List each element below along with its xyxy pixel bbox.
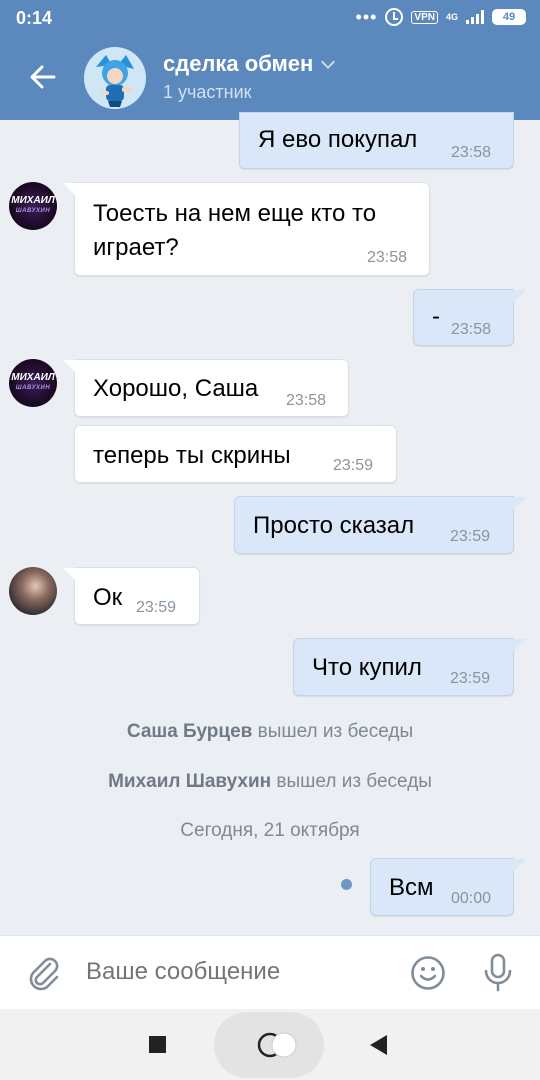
avatar[interactable]: МИХАИЛ ШАВУХИН bbox=[9, 359, 57, 407]
incoming-message[interactable]: Тоесть на нем еще кто то играет? 23:58 bbox=[63, 182, 430, 276]
notification-dots-icon: ••• bbox=[355, 7, 378, 27]
date-separator: Сегодня, 21 октября bbox=[180, 820, 360, 841]
message-time: 23:59 bbox=[333, 457, 374, 474]
message-text: Ок bbox=[93, 584, 123, 611]
message-time: 23:58 bbox=[451, 321, 492, 338]
message-time: 23:58 bbox=[451, 144, 492, 161]
message-text: Просто сказал bbox=[253, 512, 415, 539]
status-time: 0:14 bbox=[16, 8, 53, 28]
system-navigation-bar bbox=[0, 1009, 540, 1080]
bubble-tail bbox=[512, 639, 526, 653]
chat-avatar[interactable] bbox=[84, 47, 146, 109]
battery-icon: 49 bbox=[492, 9, 526, 25]
outgoing-message[interactable]: - 23:58 bbox=[413, 289, 526, 346]
system-message: Михаил Шавухин вышел из беседы bbox=[0, 771, 540, 793]
message-text: теперь ты скрины bbox=[93, 442, 291, 469]
message-line: Тоесть на нем еще кто то bbox=[93, 200, 377, 227]
message-text: Всм bbox=[389, 874, 434, 901]
signal-icon bbox=[466, 10, 484, 24]
recent-apps-icon[interactable] bbox=[149, 1036, 166, 1053]
chat-header: 0:14 ••• VPN 4G 49 сделка обмен 1 участн… bbox=[0, 0, 540, 120]
status-bar: 0:14 ••• VPN 4G 49 bbox=[0, 0, 540, 36]
microphone-icon[interactable] bbox=[480, 953, 516, 993]
bubble-tail bbox=[63, 568, 77, 582]
system-action: вышел из беседы bbox=[276, 771, 432, 792]
chat-title[interactable]: сделка обмен bbox=[163, 51, 336, 77]
system-message: Саша Бурцев вышел из беседы bbox=[0, 721, 540, 743]
message-text: Я ево покупал bbox=[258, 126, 418, 153]
unread-indicator bbox=[341, 879, 352, 890]
message-text: Тоесть на нем еще кто то играет? bbox=[93, 197, 376, 265]
message-time: 23:58 bbox=[367, 249, 408, 266]
message-time: 00:00 bbox=[451, 890, 492, 907]
bubble-tail bbox=[512, 859, 526, 873]
smile-icon[interactable] bbox=[410, 955, 446, 991]
system-user-name: Михаил Шавухин bbox=[108, 771, 272, 792]
character-avatar-icon bbox=[84, 47, 146, 109]
message-composer bbox=[0, 935, 540, 1009]
outgoing-message[interactable]: Я ево покупал 23:58 bbox=[239, 112, 514, 169]
avatar[interactable]: МИХАИЛ ШАВУХИН bbox=[9, 182, 57, 230]
bubble-tail bbox=[63, 360, 77, 374]
vpn-badge: VPN bbox=[411, 10, 438, 24]
system-user-name: Саша Бурцев bbox=[126, 721, 253, 742]
message-time: 23:58 bbox=[286, 392, 327, 409]
message-text: Хорошо, Саша bbox=[93, 375, 259, 402]
alarm-icon bbox=[385, 8, 404, 26]
message-time: 23:59 bbox=[450, 670, 491, 687]
system-action: вышел из беседы bbox=[257, 721, 414, 742]
outgoing-message[interactable]: Просто сказал 23:59 bbox=[234, 496, 526, 554]
message-text: Что купил bbox=[312, 654, 422, 681]
incoming-message[interactable]: Хорошо, Саша 23:58 bbox=[63, 359, 349, 417]
chevron-down-icon bbox=[321, 54, 336, 70]
message-time: 23:59 bbox=[450, 528, 491, 545]
bubble-tail bbox=[63, 183, 77, 197]
network-type: 4G bbox=[445, 11, 458, 22]
home-icon[interactable] bbox=[256, 1031, 302, 1059]
chat-title-text: сделка обмен bbox=[163, 51, 314, 76]
back-triangle-icon[interactable] bbox=[370, 1035, 387, 1055]
incoming-message[interactable]: теперь ты скрины 23:59 bbox=[74, 425, 397, 483]
message-text: - bbox=[432, 303, 440, 330]
message-input[interactable] bbox=[86, 958, 386, 986]
incoming-message[interactable]: Ок 23:59 bbox=[63, 567, 200, 625]
outgoing-message[interactable]: Что купил 23:59 bbox=[293, 638, 526, 696]
status-icons: ••• VPN 4G 49 bbox=[356, 8, 526, 26]
bubble-tail bbox=[512, 290, 526, 304]
bubble-tail bbox=[512, 497, 526, 511]
message-time: 23:59 bbox=[136, 599, 177, 616]
outgoing-message[interactable]: Всм 00:00 bbox=[370, 858, 526, 916]
message-line: играет? bbox=[93, 234, 179, 261]
avatar[interactable] bbox=[9, 567, 57, 615]
arrow-left-icon[interactable] bbox=[28, 62, 58, 92]
paperclip-icon[interactable] bbox=[26, 954, 62, 992]
participant-count: 1 участник bbox=[163, 82, 252, 102]
